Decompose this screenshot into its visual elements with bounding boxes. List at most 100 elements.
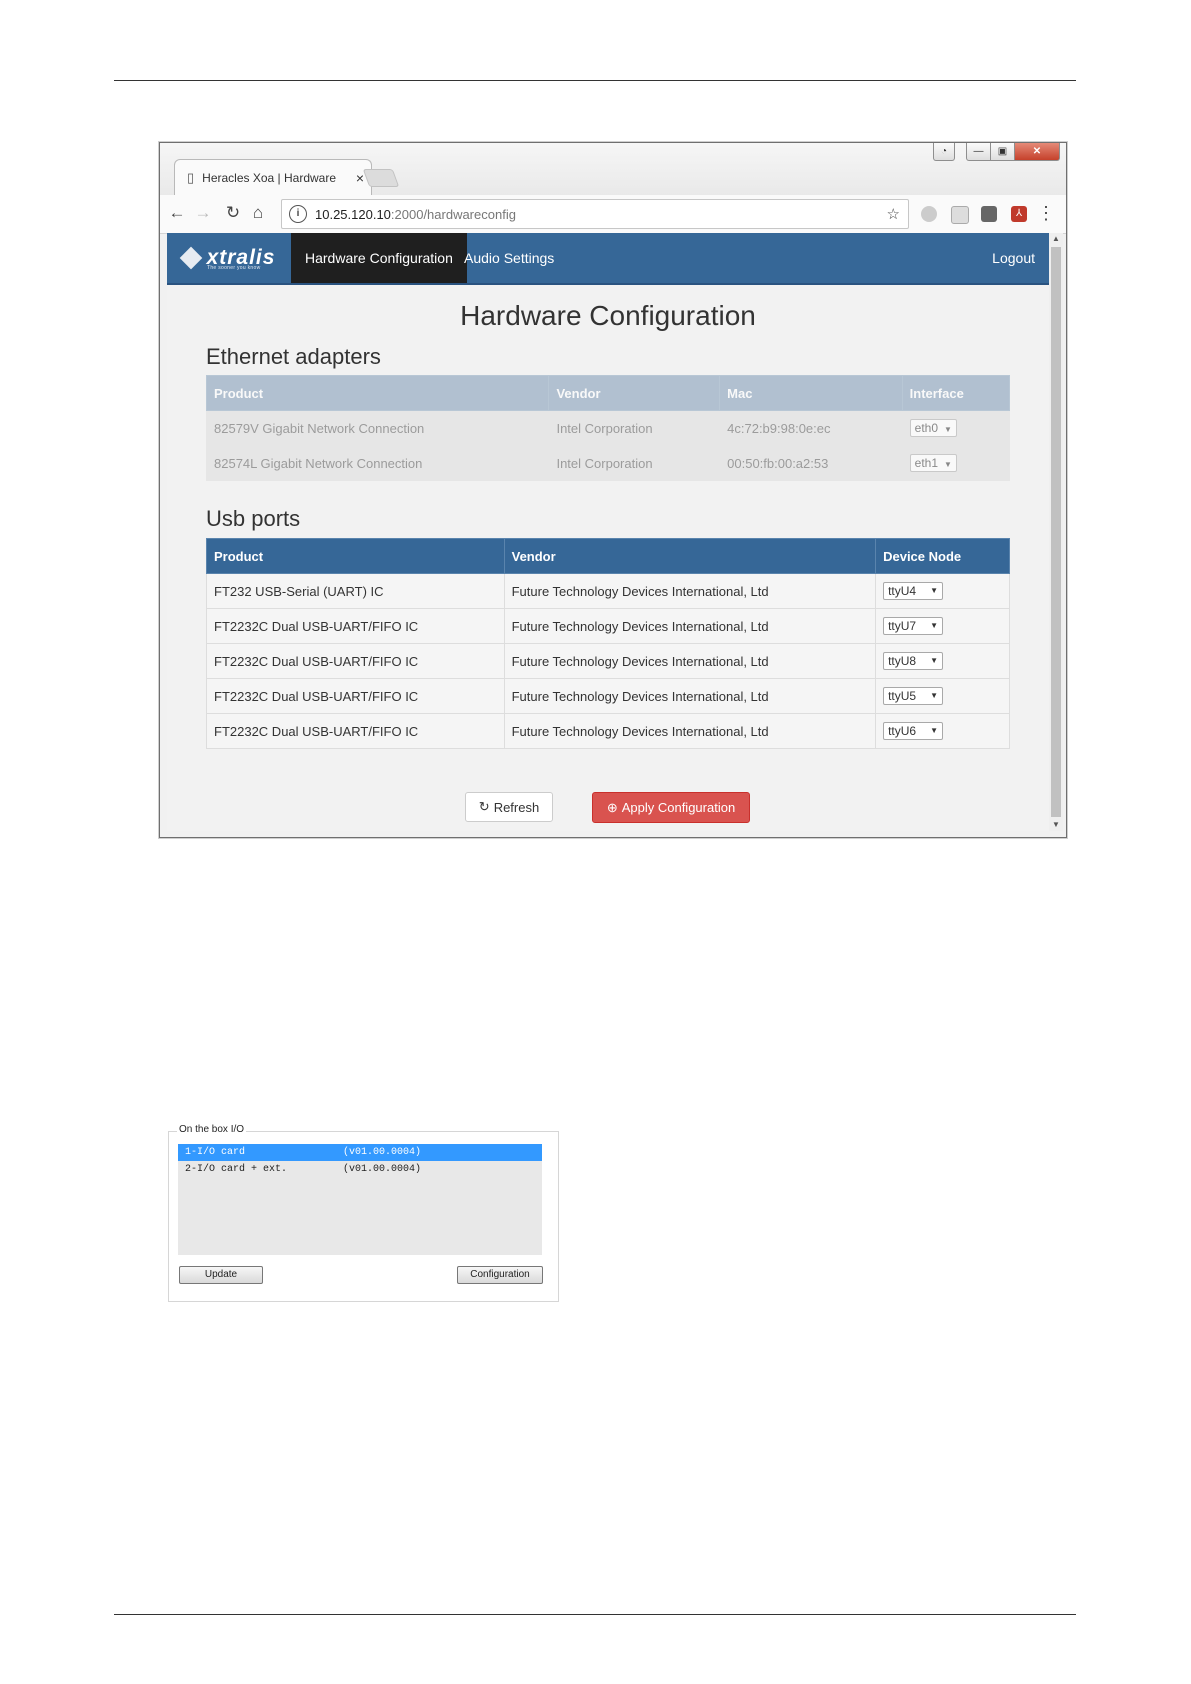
device-node-select[interactable]: ttyU4 ▼: [883, 582, 944, 600]
column-header-mac: Mac: [719, 375, 903, 411]
refresh-label: Refresh: [493, 799, 540, 815]
device-node-cell: ttyU6 ▼: [875, 713, 1010, 749]
browser-tab[interactable]: ▯ Heracles Xoa | Hardware ×: [174, 159, 372, 196]
back-arrow-icon[interactable]: ←: [165, 201, 189, 225]
web-viewport: xtralis The sooner you know Hardware Con…: [167, 233, 1049, 831]
user-profile-icon[interactable]: ◔: [933, 143, 955, 161]
interface-value: eth0: [914, 421, 938, 435]
extension-1-icon[interactable]: [921, 206, 937, 222]
scroll-up-icon[interactable]: ▲: [1049, 233, 1063, 245]
device-node-select[interactable]: ttyU8 ▼: [883, 652, 944, 670]
column-header-device-node: Device Node: [875, 538, 1010, 574]
io-card-name: 2-I/O card + ext.: [185, 1164, 288, 1175]
device-node-value: ttyU4: [888, 584, 917, 598]
table-row: FT2232C Dual USB-UART/FIFO IC Future Tec…: [206, 608, 1010, 644]
interface-select[interactable]: eth1 ▼: [909, 454, 957, 472]
io-card-name: 1-I/O card: [185, 1147, 246, 1158]
refresh-icon: ↻: [478, 799, 490, 814]
product-cell: FT2232C Dual USB-UART/FIFO IC: [206, 608, 505, 644]
close-window-button[interactable]: ✕: [1014, 143, 1060, 161]
interface-select[interactable]: eth0 ▼: [909, 419, 957, 437]
column-header-vendor: Vendor: [548, 375, 721, 411]
device-node-select[interactable]: ttyU7 ▼: [883, 617, 944, 635]
io-panel-legend: On the box I/O: [177, 1124, 247, 1135]
minimize-button[interactable]: —: [966, 143, 991, 161]
product-cell: FT2232C Dual USB-UART/FIFO IC: [206, 643, 505, 679]
list-item[interactable]: 2-I/O card + ext. (v01.00.0004): [178, 1161, 542, 1178]
vendor-cell: Future Technology Devices International,…: [503, 643, 877, 679]
table-row: 82579V Gigabit Network Connection Intel …: [205, 410, 1011, 446]
extension-3-icon[interactable]: [981, 206, 997, 222]
column-header-interface: Interface: [901, 375, 1011, 411]
new-tab-button[interactable]: [362, 169, 400, 187]
vendor-cell: Future Technology Devices International,…: [503, 608, 877, 644]
column-header-vendor: Vendor: [503, 538, 877, 574]
nav-logout[interactable]: Logout: [978, 233, 1049, 283]
address-bar[interactable]: i 10.25.120.10:2000/hardwareconfig ☆: [281, 199, 909, 229]
page-title: Hardware Configuration: [460, 300, 756, 331]
chevron-down-icon: ▼: [944, 460, 952, 469]
device-node-select[interactable]: ttyU5 ▼: [883, 687, 944, 705]
table-row: 82574L Gigabit Network Connection Intel …: [205, 445, 1011, 481]
chevron-down-icon: ▼: [930, 586, 939, 595]
header-rule: [114, 80, 1076, 81]
logo-diamond-icon: [179, 246, 202, 270]
interface-value: eth1: [914, 456, 938, 470]
table-row: FT232 USB-Serial (UART) IC Future Techno…: [206, 573, 1010, 609]
page-scrollbar[interactable]: ▲ ▼: [1049, 233, 1063, 831]
column-header-product: Product: [206, 538, 505, 574]
configuration-button[interactable]: Configuration: [457, 1266, 543, 1284]
vendor-cell: Future Technology Devices International,…: [503, 713, 877, 749]
ethernet-table: Product Vendor Mac Interface 82579V Giga…: [205, 375, 1011, 481]
scrollbar-thumb[interactable]: [1051, 247, 1061, 817]
refresh-button[interactable]: ↻ Refresh: [465, 792, 553, 822]
star-icon[interactable]: ☆: [887, 205, 900, 223]
device-node-select[interactable]: ttyU6 ▼: [883, 722, 944, 740]
product-cell: FT2232C Dual USB-UART/FIFO IC: [206, 713, 505, 749]
extension-2-icon[interactable]: [951, 206, 969, 224]
home-icon[interactable]: ⌂: [246, 201, 270, 225]
update-button[interactable]: Update: [179, 1266, 263, 1284]
url-host: 10.25.120.10: [315, 206, 391, 222]
column-header-product: Product: [205, 375, 550, 411]
product-cell: 82579V Gigabit Network Connection: [205, 410, 550, 446]
ethernet-section-title: Ethernet adapters: [206, 344, 381, 369]
brand-tagline: The sooner you know: [207, 265, 261, 271]
forward-arrow-icon[interactable]: →: [191, 201, 215, 225]
usb-header-row: Product Vendor Device Node: [206, 538, 1010, 574]
device-node-cell: ttyU5 ▼: [875, 678, 1010, 714]
app-navbar: xtralis The sooner you know Hardware Con…: [167, 233, 1049, 285]
chevron-down-icon: ▼: [930, 621, 939, 630]
pdf-extension-icon[interactable]: ⅄: [1011, 206, 1027, 222]
apply-circle-icon: ⊕: [606, 799, 618, 815]
io-panel: On the box I/O 1-I/O card (v01.00.0004) …: [168, 1124, 559, 1302]
vendor-cell: Future Technology Devices International,…: [503, 573, 877, 609]
maximize-button[interactable]: ▣: [990, 143, 1015, 161]
device-node-value: ttyU7: [888, 619, 917, 633]
interface-cell: eth1 ▼: [901, 445, 1011, 481]
footer-rule: [114, 1614, 1076, 1615]
io-card-version: (v01.00.0004): [343, 1164, 422, 1175]
apply-configuration-button[interactable]: ⊕ Apply Configuration: [592, 792, 750, 823]
chevron-down-icon: ▼: [930, 726, 939, 735]
device-node-value: ttyU5: [888, 689, 917, 703]
menu-dots-icon[interactable]: ⋮: [1037, 202, 1055, 224]
reload-icon[interactable]: ↻: [221, 201, 245, 225]
vendor-cell: Intel Corporation: [548, 445, 721, 481]
tab-title: Heracles Xoa | Hardware: [202, 171, 336, 185]
device-node-value: ttyU8: [888, 654, 917, 668]
url-path: :2000/hardwareconfig: [390, 206, 516, 222]
table-row: FT2232C Dual USB-UART/FIFO IC Future Tec…: [206, 678, 1010, 714]
io-card-list[interactable]: 1-I/O card (v01.00.0004) 2-I/O card + ex…: [178, 1144, 542, 1255]
io-card-version: (v01.00.0004): [343, 1147, 422, 1158]
nav-audio-settings[interactable]: Audio Settings: [450, 233, 568, 283]
list-item[interactable]: 1-I/O card (v01.00.0004): [178, 1144, 542, 1161]
nav-hardware-configuration[interactable]: Hardware Configuration: [291, 233, 467, 283]
interface-cell: eth0 ▼: [901, 410, 1011, 446]
info-icon[interactable]: i: [289, 205, 307, 223]
scroll-down-icon[interactable]: ▼: [1049, 819, 1063, 831]
xtralis-logo[interactable]: xtralis The sooner you know: [167, 233, 291, 283]
product-cell: FT232 USB-Serial (UART) IC: [206, 573, 505, 609]
chevron-down-icon: ▼: [930, 691, 939, 700]
usb-table: Product Vendor Device Node FT232 USB-Ser…: [206, 538, 1010, 749]
